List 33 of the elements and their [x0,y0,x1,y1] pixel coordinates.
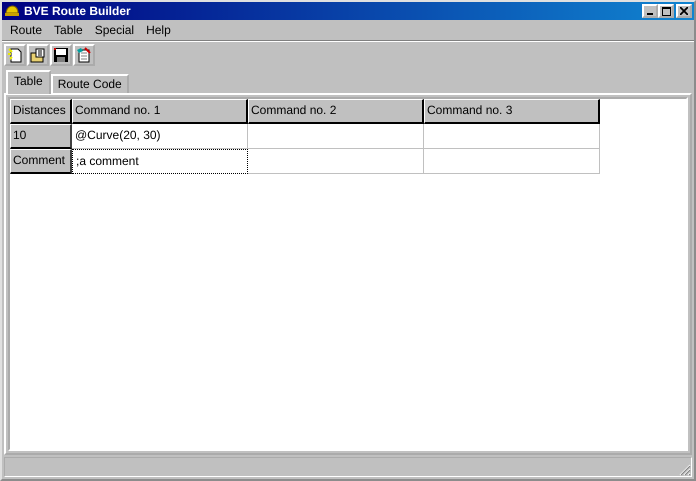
table-cell[interactable] [248,149,424,174]
toolbar-button[interactable] [27,44,49,66]
close-icon [680,7,688,15]
page-icon [7,47,23,63]
menu-item[interactable]: Special [88,23,140,37]
toolbar-button[interactable] [4,44,26,66]
tab[interactable]: Route Code [50,74,129,93]
row-header: 10 [10,124,72,149]
maximize-icon [662,6,670,16]
table-cell[interactable]: @Curve(20, 30) [72,124,248,149]
table-cell[interactable] [424,149,600,174]
document-pencil-icon [76,47,92,63]
table-cell[interactable]: ;a comment [72,149,248,174]
menu-item[interactable]: Route [4,23,48,37]
close-button[interactable] [676,4,692,18]
tab[interactable]: Table [6,70,51,94]
column-header: Command no. 1 [72,99,248,124]
floppy-icon [53,47,69,63]
toolbar-button[interactable] [73,44,95,66]
table-cell[interactable] [248,124,424,149]
window-title: BVE Route Builder [24,4,132,18]
menu-item[interactable]: Help [140,23,177,37]
column-header: Command no. 3 [424,99,600,124]
row-header: Comment [10,149,72,174]
maximize-button[interactable] [658,4,674,18]
column-header: Command no. 2 [248,99,424,124]
helmet-icon [4,4,20,18]
toolbar-button[interactable] [50,44,72,66]
minimize-button[interactable] [642,4,658,18]
column-header: Distances [10,99,72,124]
folder-icon [30,47,46,63]
table-cell[interactable] [424,124,600,149]
menu-item[interactable]: Table [48,23,89,37]
